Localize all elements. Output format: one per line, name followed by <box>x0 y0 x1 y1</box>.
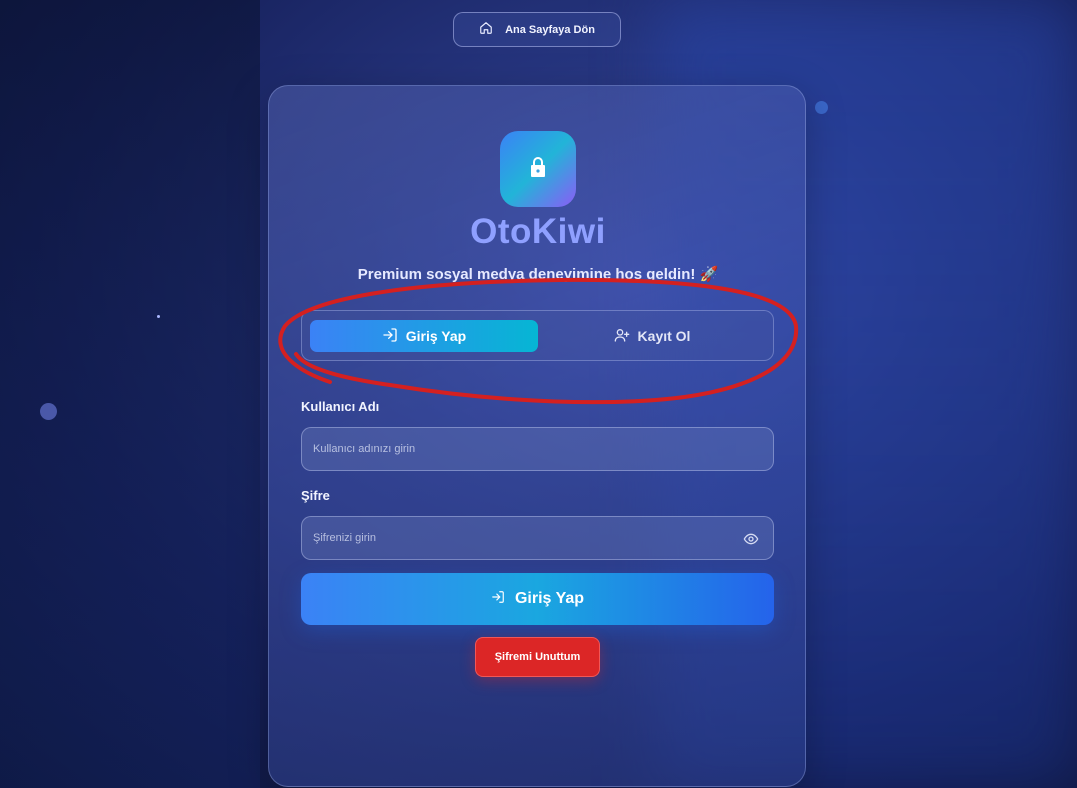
logo-badge <box>500 131 576 207</box>
decorative-dot <box>815 101 828 114</box>
username-input[interactable] <box>301 427 774 471</box>
tab-login-label: Giriş Yap <box>405 328 467 344</box>
login-submit-button[interactable]: Giriş Yap <box>301 573 774 625</box>
brand-tagline: Premium sosyal medya deneyimine hoş geld… <box>357 266 719 283</box>
password-input[interactable] <box>301 516 774 560</box>
lock-icon <box>526 155 550 184</box>
auth-tabs: Giriş Yap Kayıt Ol <box>301 310 774 361</box>
decorative-dot <box>157 315 160 318</box>
forgot-password-button[interactable]: Şifremi Unuttum <box>475 637 600 677</box>
tab-login[interactable]: Giriş Yap <box>310 320 538 352</box>
home-icon <box>479 21 493 38</box>
brand-name: OtoKiwi <box>470 212 606 251</box>
login-icon <box>382 327 398 346</box>
background-shade-left <box>0 0 260 788</box>
forgot-password-label: Şifremi Unuttum <box>494 651 581 663</box>
eye-icon[interactable] <box>743 531 759 547</box>
home-button-label: Ana Sayfaya Dön <box>505 23 595 36</box>
tab-register-label: Kayıt Ol <box>637 328 691 344</box>
login-icon <box>491 590 505 609</box>
decorative-dot <box>40 403 57 420</box>
username-label: Kullanıcı Adı <box>301 399 380 414</box>
home-button[interactable]: Ana Sayfaya Dön <box>453 12 621 47</box>
password-label: Şifre <box>301 488 330 503</box>
user-plus-icon <box>614 327 630 346</box>
login-submit-label: Giriş Yap <box>514 590 585 607</box>
tab-register[interactable]: Kayıt Ol <box>538 320 766 352</box>
login-card: OtoKiwi Premium sosyal medya deneyimine … <box>268 85 806 787</box>
